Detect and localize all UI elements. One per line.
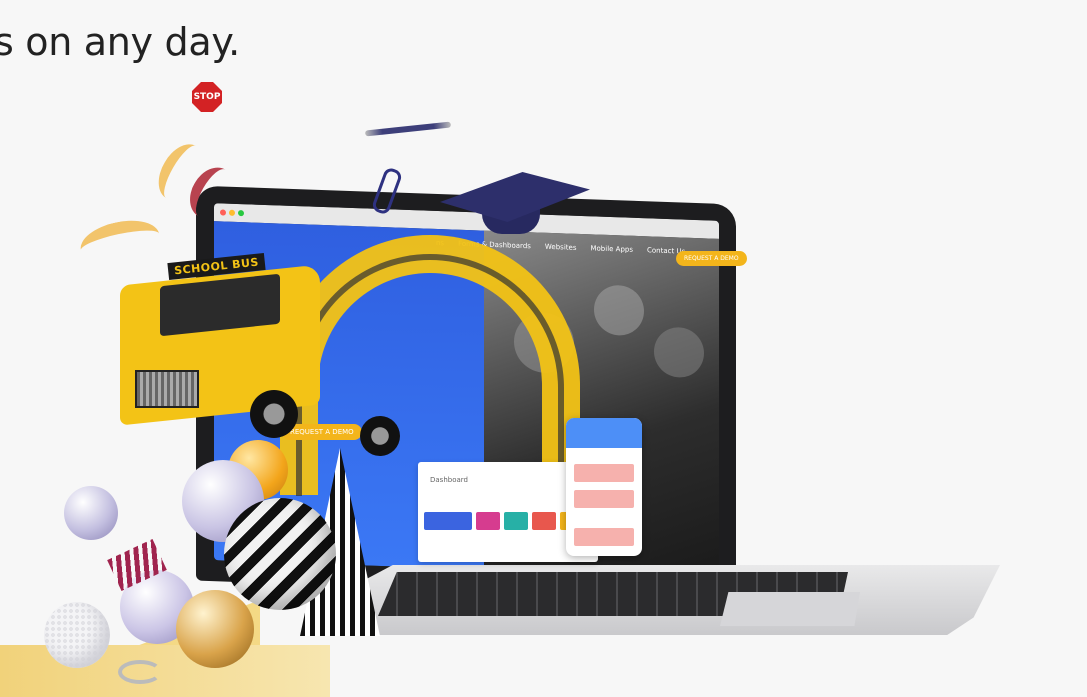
dashboard-tile [424, 512, 472, 530]
decor-sphere-striped [224, 498, 336, 610]
dashboard-tile [532, 512, 556, 530]
student-figure [594, 284, 644, 337]
school-bus: SCHOOL BUS [120, 240, 400, 456]
decor-swirl [118, 660, 162, 684]
nav-request-demo-button[interactable]: REQUEST A DEMO [676, 251, 747, 266]
nav-item[interactable]: Websites [545, 243, 577, 252]
decor-sphere-dotted [44, 602, 110, 668]
bus-wheel [360, 416, 400, 456]
decor-sphere-gold [176, 590, 254, 668]
phone-row [574, 490, 634, 508]
dashboard-tile [504, 512, 528, 530]
bus-grille [135, 370, 199, 408]
dashboard-tile [476, 512, 500, 530]
phone-header [566, 418, 642, 448]
laptop-trackpad [720, 592, 860, 626]
phone-mockup [566, 418, 642, 556]
student-figure [654, 326, 704, 379]
bus-wheel [250, 390, 298, 438]
dashboard-title: Dashboard [430, 476, 468, 484]
hero-illustration: s on any day. ns Forms & Dashboards Webs… [0, 0, 1087, 697]
nav-item[interactable]: Mobile Apps [590, 244, 633, 253]
decor-sphere-lilac [64, 486, 118, 540]
phone-row [574, 528, 634, 546]
headline-text: s on any day. [0, 20, 240, 64]
pen-icon [364, 121, 452, 137]
maximize-dot-icon [238, 210, 244, 217]
stop-sign: STOP [192, 82, 222, 112]
minimize-dot-icon [229, 209, 235, 216]
phone-row [574, 464, 634, 482]
